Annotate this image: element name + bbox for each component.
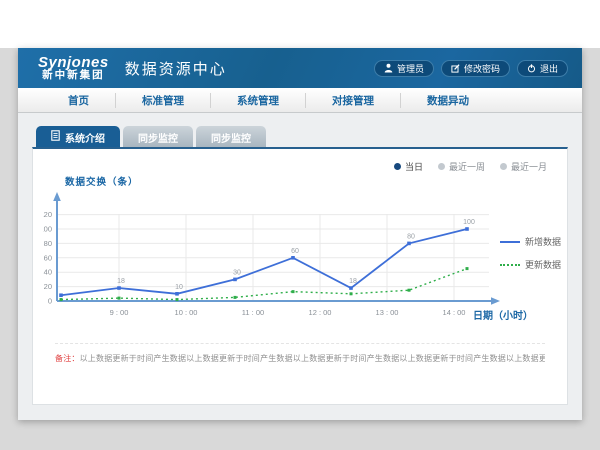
svg-text:120: 120	[43, 210, 52, 219]
legend-item-updated-data: 更新数据	[500, 258, 562, 271]
filter-label: 最近一月	[511, 160, 547, 173]
svg-text:13 : 00: 13 : 00	[376, 308, 399, 317]
logout-label: 退出	[540, 62, 558, 75]
content-area: 系统介绍 同步监控 同步监控 当日 最近一周	[18, 113, 582, 405]
svg-text:0: 0	[48, 297, 52, 306]
footnote-text: 以上数据更新于时间产生数据以上数据更新于时间产生数据以上数据更新于时间产生数据以…	[80, 354, 545, 363]
footnote-prefix: 备注：	[55, 354, 80, 363]
page-background-strip	[0, 0, 600, 48]
app-header: Synjones 新中新集团 数据资源中心 管理员 修改密码 退出	[18, 48, 582, 88]
change-password-button[interactable]: 修改密码	[441, 60, 510, 77]
chart-panel: 当日 最近一周 最近一月 数据交换（条） 9 : 00 10 : 00 11 : 0…	[32, 147, 568, 405]
nav-item-standard-mgmt[interactable]: 标准管理	[115, 93, 210, 108]
svg-text:9 : 00: 9 : 00	[110, 308, 129, 317]
tab-sync-monitor-1[interactable]: 同步监控	[123, 126, 193, 147]
svg-text:100: 100	[43, 225, 52, 234]
svg-text:18: 18	[349, 278, 357, 285]
svg-text:10 : 00: 10 : 00	[175, 308, 198, 317]
filter-last-month[interactable]: 最近一月	[500, 160, 547, 173]
svg-text:40: 40	[44, 268, 52, 277]
brand-name: Synjones	[38, 55, 109, 71]
filter-label: 当日	[405, 160, 423, 173]
change-password-label: 修改密码	[464, 62, 500, 75]
page-title: 数据资源中心	[125, 58, 227, 79]
admin-user-label: 管理员	[397, 62, 424, 75]
filter-label: 最近一周	[449, 160, 485, 173]
filter-today[interactable]: 当日	[394, 160, 423, 173]
chart-legend: 新增数据 更新数据	[500, 235, 562, 281]
nav-item-home[interactable]: 首页	[42, 93, 115, 108]
tab-label: 系统介绍	[65, 130, 105, 145]
svg-text:10: 10	[175, 284, 183, 291]
svg-text:18: 18	[117, 278, 125, 285]
line-chart: 9 : 00 10 : 00 11 : 00 12 : 00 13 : 00 14 : 0…	[43, 189, 513, 329]
x-axis-title: 日期（小时）	[473, 307, 533, 322]
svg-text:80: 80	[407, 233, 415, 240]
brand-logo: Synjones 新中新集团	[38, 55, 109, 82]
tab-label: 同步监控	[138, 130, 178, 145]
radio-icon	[394, 163, 401, 170]
tab-system-intro[interactable]: 系统介绍	[36, 126, 120, 147]
nav-item-data-change[interactable]: 数据异动	[400, 93, 495, 108]
edit-icon	[451, 64, 460, 73]
svg-text:12 : 00: 12 : 00	[309, 308, 332, 317]
app-window: Synjones 新中新集团 数据资源中心 管理员 修改密码 退出	[18, 48, 582, 420]
y-axis-title: 数据交换（条）	[65, 174, 567, 188]
svg-text:60: 60	[291, 248, 299, 255]
time-range-filters: 当日 最近一周 最近一月	[394, 160, 547, 173]
nav-item-interface-mgmt[interactable]: 对接管理	[305, 93, 400, 108]
logout-button[interactable]: 退出	[517, 60, 568, 77]
radio-icon	[438, 163, 445, 170]
svg-text:100: 100	[463, 219, 475, 226]
main-nav: 首页 标准管理 系统管理 对接管理 数据异动	[18, 88, 582, 113]
radio-icon	[500, 163, 507, 170]
nav-item-system-mgmt[interactable]: 系统管理	[210, 93, 305, 108]
admin-user-button[interactable]: 管理员	[374, 60, 434, 77]
tab-bar: 系统介绍 同步监控 同步监控	[36, 126, 568, 147]
header-actions: 管理员 修改密码 退出	[374, 60, 568, 77]
legend-label: 更新数据	[525, 258, 561, 271]
dotted-line-swatch	[500, 264, 520, 266]
svg-text:80: 80	[44, 239, 52, 248]
footnote: 备注：以上数据更新于时间产生数据以上数据更新于时间产生数据以上数据更新于时间产生…	[55, 343, 545, 364]
solid-line-swatch	[500, 241, 520, 243]
legend-item-new-data: 新增数据	[500, 235, 562, 248]
user-icon	[384, 63, 393, 73]
svg-text:60: 60	[44, 253, 52, 262]
svg-text:14 : 00: 14 : 00	[443, 308, 466, 317]
power-icon	[527, 64, 536, 73]
filter-last-week[interactable]: 最近一周	[438, 160, 485, 173]
tab-sync-monitor-2[interactable]: 同步监控	[196, 126, 266, 147]
legend-label: 新增数据	[525, 235, 561, 248]
svg-text:20: 20	[44, 282, 52, 291]
svg-text:30: 30	[233, 269, 241, 276]
document-icon	[51, 130, 60, 144]
tab-label: 同步监控	[211, 130, 251, 145]
svg-text:11 : 00: 11 : 00	[242, 308, 264, 317]
brand-name-cn: 新中新集团	[38, 70, 109, 81]
